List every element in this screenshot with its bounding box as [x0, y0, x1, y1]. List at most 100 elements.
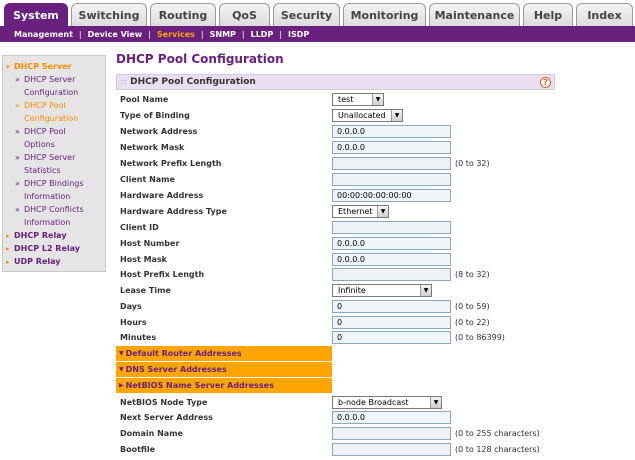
sidebar-dhcp-relay[interactable]: ▸ DHCP Relay	[6, 229, 105, 242]
pool-name-value: test	[338, 95, 354, 104]
domain-name-label: Domain Name	[120, 429, 183, 438]
netbios-node-type-label: NetBIOS Node Type	[120, 398, 208, 407]
subnav-snmp[interactable]: SNMP	[204, 30, 242, 39]
chevron-down-icon: ▼	[420, 285, 431, 296]
subnav-isdp[interactable]: ISDP	[282, 30, 315, 39]
chevron-right-icon: ▶	[119, 382, 124, 389]
hardware-address-type-select[interactable]: Ethernet ▼	[332, 205, 389, 218]
sidebar-item-dhcp-pool-configuration[interactable]: » DHCP Pool Configuration	[6, 99, 105, 125]
type-of-binding-select[interactable]: Unallocated ▼	[332, 109, 403, 122]
hours-input[interactable]	[332, 316, 451, 329]
tab-switching[interactable]: Switching	[71, 3, 147, 26]
network-mask-row: Network Mask	[116, 140, 555, 156]
sidebar-dhcp-server[interactable]: ▾ DHCP Server	[6, 60, 105, 73]
help-icon[interactable]: ?	[540, 77, 551, 88]
tab-security[interactable]: Security	[273, 3, 340, 26]
tab-monitoring[interactable]: Monitoring	[343, 3, 426, 26]
sidebar-item-label: DHCP L2 Relay	[14, 244, 80, 253]
double-chevron-icon: »	[15, 153, 20, 162]
client-name-row: Client Name	[116, 172, 555, 188]
dns-server-addresses-toggle[interactable]: ▼ DNS Server Addresses	[116, 362, 332, 377]
chevron-right-icon: ▸	[6, 231, 10, 240]
subnav-device-view[interactable]: Device View	[82, 30, 149, 39]
days-row: Days (0 to 59)	[116, 299, 555, 315]
tab-system[interactable]: System	[4, 3, 68, 26]
double-chevron-icon: »	[15, 75, 20, 84]
sidebar-item-dhcp-conflicts-information[interactable]: » DHCP Conflicts Information	[6, 203, 105, 229]
sidebar-dhcp-l2-relay[interactable]: ▸ DHCP L2 Relay	[6, 242, 105, 255]
pool-name-row: Pool Name test ▼	[116, 92, 555, 108]
tab-maintenance[interactable]: Maintenance	[429, 3, 520, 26]
bootfile-input[interactable]	[332, 443, 451, 456]
host-prefix-length-row: Host Prefix Length (8 to 32)	[116, 267, 555, 283]
days-hint: (0 to 59)	[455, 302, 490, 311]
chevron-down-icon: ▼	[119, 350, 124, 357]
hours-hint: (0 to 22)	[455, 318, 490, 327]
minutes-input[interactable]	[332, 331, 451, 344]
tab-routing[interactable]: Routing	[150, 3, 216, 26]
hardware-address-type-row: Hardware Address Type Ethernet ▼	[116, 204, 555, 220]
subnav-lldp[interactable]: LLDP	[245, 30, 280, 39]
days-input[interactable]	[332, 300, 451, 313]
default-router-addresses-toggle[interactable]: ▼ Default Router Addresses	[116, 346, 332, 361]
host-prefix-length-input[interactable]	[332, 268, 451, 281]
subnav-management[interactable]: Management	[0, 30, 79, 39]
domain-name-input[interactable]	[332, 427, 451, 440]
section-title: DHCP Pool Configuration	[130, 77, 256, 87]
minutes-row: Minutes (0 to 86399)	[116, 330, 555, 346]
hardware-address-input[interactable]	[332, 189, 451, 202]
lease-time-label: Lease Time	[120, 286, 171, 295]
sidebar-item-label: Statistics	[24, 166, 61, 175]
host-mask-input[interactable]	[332, 253, 451, 266]
sidebar-item-dhcp-pool-options[interactable]: » DHCP Pool Options	[6, 125, 105, 151]
client-name-label: Client Name	[120, 175, 175, 184]
double-chevron-icon: »	[15, 205, 20, 214]
host-prefix-length-hint: (8 to 32)	[455, 270, 490, 279]
sidebar-udp-relay[interactable]: ▸ UDP Relay	[6, 255, 105, 268]
sidebar-item-dhcp-bindings-information[interactable]: » DHCP Bindings Information	[6, 177, 105, 203]
sidebar-item-label: Options	[24, 140, 55, 149]
minutes-label: Minutes	[120, 333, 157, 342]
sidebar-item-label: DHCP Conflicts	[24, 205, 84, 214]
tab-qos[interactable]: QoS	[219, 3, 270, 26]
subnav-services[interactable]: Services	[151, 30, 201, 39]
network-prefix-length-hint: (0 to 32)	[455, 159, 490, 168]
sidebar-item-label: UDP Relay	[14, 257, 61, 266]
type-of-binding-value: Unallocated	[338, 111, 386, 120]
client-id-row: Client ID	[116, 220, 555, 236]
tab-help[interactable]: Help	[523, 3, 573, 26]
domain-name-row: Domain Name (0 to 255 characters)	[116, 426, 555, 442]
netbios-name-server-addresses-toggle[interactable]: ▶ NetBIOS Name Server Addresses	[116, 378, 332, 393]
client-id-input[interactable]	[332, 221, 451, 234]
minutes-hint: (0 to 86399)	[455, 333, 505, 342]
pool-name-select[interactable]: test ▼	[332, 93, 384, 106]
chevron-down-icon: ▼	[430, 397, 441, 408]
network-prefix-length-label: Network Prefix Length	[120, 159, 222, 168]
hours-row: Hours (0 to 22)	[116, 315, 555, 331]
chevron-down-icon: ▼	[377, 206, 388, 217]
page-title: DHCP Pool Configuration	[116, 52, 284, 66]
tab-index[interactable]: Index	[576, 3, 633, 26]
bootfile-label: Bootfile	[120, 445, 156, 454]
network-prefix-length-input[interactable]	[332, 157, 451, 170]
network-mask-input[interactable]	[332, 141, 451, 154]
lease-time-select[interactable]: Infinite ▼	[332, 284, 432, 297]
sidebar-item-label: Information	[24, 218, 71, 227]
sidebar-item-dhcp-server-configuration[interactable]: » DHCP Server Configuration	[6, 73, 105, 99]
lease-time-row: Lease Time Infinite ▼	[116, 283, 555, 299]
network-address-row: Network Address	[116, 124, 555, 140]
host-number-input[interactable]	[332, 237, 451, 250]
sidebar-item-label: DHCP Pool	[24, 101, 66, 110]
netbios-node-type-select[interactable]: b-node Broadcast ▼	[332, 396, 442, 409]
sub-navigation: Management | Device View | Services | SN…	[0, 26, 635, 42]
network-address-input[interactable]	[332, 125, 451, 138]
sidebar-item-dhcp-server-statistics[interactable]: » DHCP Server Statistics	[6, 151, 105, 177]
client-name-input[interactable]	[332, 173, 451, 186]
next-server-address-input[interactable]	[332, 411, 451, 424]
network-address-label: Network Address	[120, 127, 198, 136]
netbios-node-type-row: NetBIOS Node Type b-node Broadcast ▼	[116, 395, 555, 411]
bootfile-row: Bootfile (0 to 128 characters)	[116, 442, 555, 458]
sidebar-item-label: DHCP Relay	[14, 231, 67, 240]
type-of-binding-row: Type of Binding Unallocated ▼	[116, 108, 555, 124]
sidebar-item-label: DHCP Server	[24, 75, 76, 84]
